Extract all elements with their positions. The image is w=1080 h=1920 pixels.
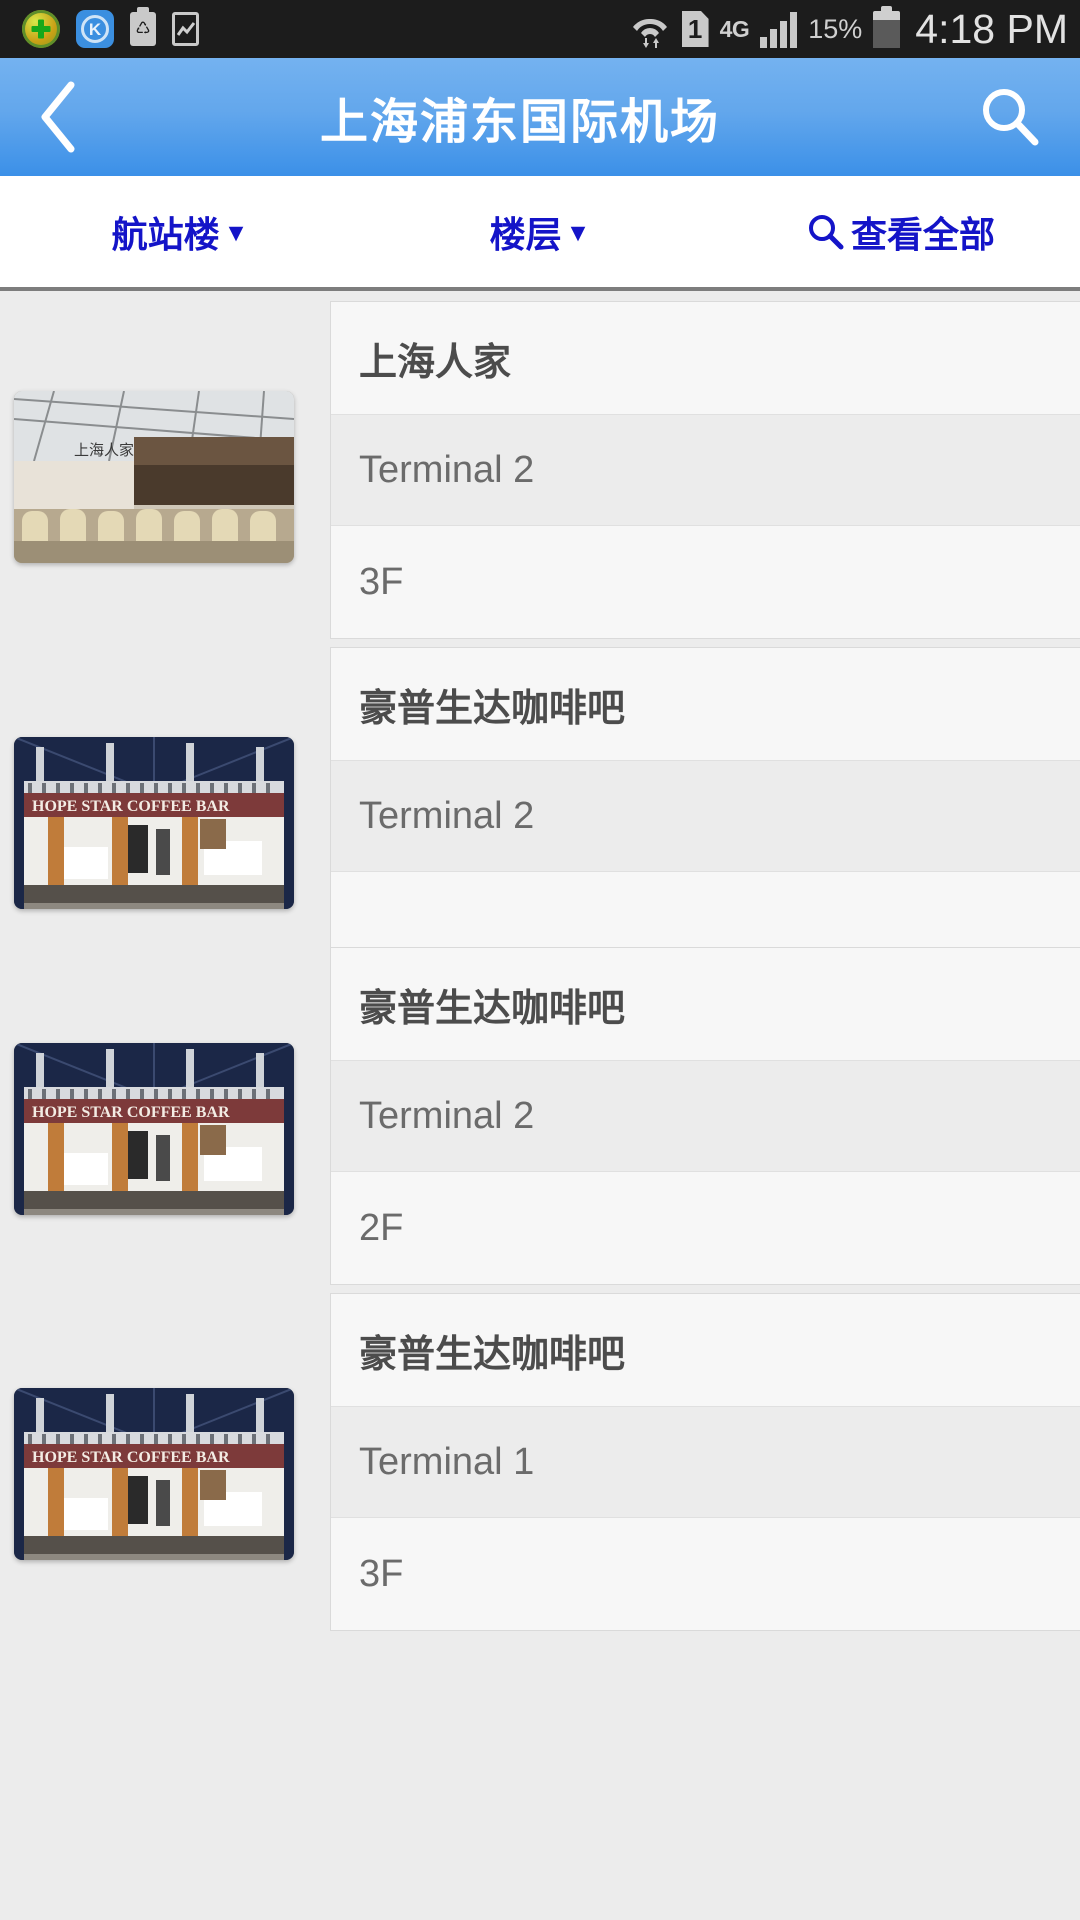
security-shield-icon [22, 10, 60, 48]
chart-box-icon [172, 12, 199, 46]
app-bar: 上海浦东国际机场 [0, 58, 1080, 176]
status-bar-right-icons: 1 4G 15% 4:18 PM [629, 5, 1068, 53]
page-title: 上海浦东国际机场 [319, 96, 720, 149]
view-all-button[interactable]: 查看全部 [720, 174, 1080, 289]
poi-thumbnail[interactable]: HOPE STAR COFFEE BAR [14, 737, 294, 909]
poi-card[interactable]: 豪普生达咖啡吧 Terminal 2 2F [330, 947, 1080, 1285]
poi-card[interactable]: 豪普生达咖啡吧 Terminal 2 [330, 647, 1080, 985]
search-icon [805, 212, 845, 252]
chevron-down-icon: ▼ [223, 219, 249, 247]
poi-terminal: Terminal 2 [331, 414, 1080, 526]
poi-card[interactable]: 豪普生达咖啡吧 Terminal 1 3F [330, 1293, 1080, 1631]
sim-label: 1 [687, 14, 703, 44]
poi-name: 豪普生达咖啡吧 [331, 1294, 1080, 1406]
sim-card-icon: 1 [681, 11, 709, 47]
wifi-icon [629, 10, 671, 48]
status-bar-left-icons: K ♺ [22, 7, 199, 48]
back-chevron-icon [41, 81, 75, 153]
battery-icon [873, 5, 901, 48]
hope-star-coffee-bar-photo: HOPE STAR COFFEE BAR [14, 737, 294, 909]
svg-text:上海人家: 上海人家 [74, 442, 134, 459]
poi-floor: 3F [331, 526, 1080, 638]
poi-name: 上海人家 [331, 302, 1080, 414]
poi-name: 豪普生达咖啡吧 [331, 648, 1080, 760]
view-all-label: 查看全部 [850, 213, 995, 255]
poi-thumbnail[interactable]: HOPE STAR COFFEE BAR [14, 1388, 294, 1560]
poi-name: 豪普生达咖啡吧 [331, 948, 1080, 1060]
poi-terminal: Terminal 1 [331, 1406, 1080, 1518]
poi-list: 上海人家 上海人家 Terminal 2 3F HOPE STAR COFFEE… [0, 291, 1080, 1920]
kingsoft-k-icon: K [76, 10, 114, 48]
poi-floor: 2F [331, 1172, 1080, 1284]
battery-percent-label: 15% [808, 13, 863, 44]
recycle-bin-icon: ♺ [130, 7, 156, 46]
poi-terminal: Terminal 2 [331, 1060, 1080, 1172]
signal-bars-icon [760, 10, 798, 48]
svg-text:HOPE STAR COFFEE BAR: HOPE STAR COFFEE BAR [32, 798, 230, 815]
hope-star-coffee-bar-photo: HOPE STAR COFFEE BAR [14, 1043, 294, 1215]
status-bar: K ♺ 1 4G 15% 4:18 PM [0, 0, 1080, 58]
poi-thumbnail[interactable]: 上海人家 [14, 391, 294, 563]
search-icon [983, 89, 1039, 146]
chevron-down-icon: ▼ [565, 219, 591, 247]
terminal-filter-dropdown[interactable]: 航站楼 ▼ [0, 174, 360, 289]
network-type-label: 4G [719, 15, 750, 42]
poi-terminal: Terminal 2 [331, 760, 1080, 872]
clock-label: 4:18 PM [915, 5, 1068, 52]
hope-star-coffee-bar-photo: HOPE STAR COFFEE BAR [14, 1388, 294, 1560]
restaurant-interior-photo: 上海人家 [14, 391, 294, 563]
filter-bar: 航站楼 ▼ 楼层 ▼ 查看全部 [0, 176, 1080, 291]
poi-thumbnail[interactable]: HOPE STAR COFFEE BAR [14, 1043, 294, 1215]
svg-text:HOPE STAR COFFEE BAR: HOPE STAR COFFEE BAR [32, 1449, 230, 1466]
floor-filter-dropdown[interactable]: 楼层 ▼ [360, 174, 720, 289]
svg-text:HOPE STAR COFFEE BAR: HOPE STAR COFFEE BAR [32, 1104, 230, 1121]
poi-card[interactable]: 上海人家 Terminal 2 3F [330, 301, 1080, 639]
floor-filter-label: 楼层 [489, 213, 562, 255]
search-button[interactable] [940, 58, 1080, 176]
terminal-filter-label: 航站楼 [111, 213, 220, 255]
poi-floor: 3F [331, 1518, 1080, 1630]
